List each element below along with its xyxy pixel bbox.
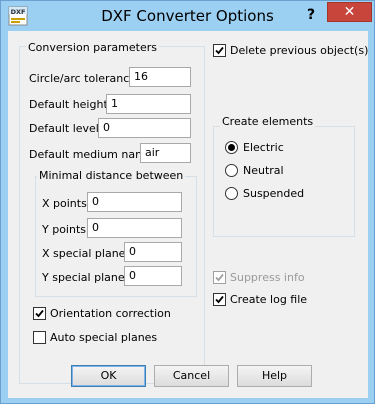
- y-points-label: Y points: [42, 223, 86, 236]
- dialog-window: DXF DXF Converter Options ? ✕ Conversion…: [0, 0, 375, 404]
- checkmark-icon: [35, 309, 44, 318]
- suppress-info-checkbox[interactable]: [213, 271, 226, 284]
- electric-radio[interactable]: [225, 141, 238, 154]
- x-special-planes-label: X special planes: [42, 247, 132, 260]
- radio-selected-dot: [228, 144, 235, 151]
- y-special-planes-label: Y special planes: [42, 271, 131, 284]
- close-button[interactable]: ✕: [327, 2, 372, 22]
- checkmark-icon: [215, 46, 224, 55]
- electric-radio-label[interactable]: Electric: [243, 141, 284, 154]
- neutral-radio-label[interactable]: Neutral: [243, 164, 284, 177]
- create-elements-title: Create elements: [220, 115, 316, 128]
- delete-previous-objects-label[interactable]: Delete previous object(s): [230, 44, 368, 57]
- default-height-label: Default height: [29, 98, 108, 111]
- x-points-label: X points: [42, 197, 87, 210]
- x-points-input[interactable]: 0: [87, 192, 182, 212]
- suspended-radio-label[interactable]: Suspended: [243, 187, 304, 200]
- conversion-parameters-title: Conversion parameters: [26, 41, 159, 54]
- y-points-input[interactable]: 0: [87, 218, 182, 238]
- dialog-client-area: Conversion parameters Circle/arc toleran…: [8, 31, 368, 398]
- ok-button[interactable]: OK: [71, 365, 146, 387]
- default-level-label: Default level: [29, 122, 99, 135]
- suspended-radio[interactable]: [225, 187, 238, 200]
- circle-arc-tolerance-input[interactable]: 16: [129, 67, 191, 87]
- help-title-button[interactable]: ?: [299, 5, 323, 25]
- auto-special-planes-checkbox[interactable]: [33, 331, 46, 344]
- create-log-file-label[interactable]: Create log file: [230, 293, 307, 306]
- create-log-file-checkbox[interactable]: [213, 293, 226, 306]
- x-special-planes-input[interactable]: 0: [124, 242, 182, 262]
- suppress-info-label[interactable]: Suppress info: [230, 271, 305, 284]
- default-level-input[interactable]: 0: [98, 118, 191, 138]
- checkmark-icon: [215, 273, 224, 282]
- auto-special-planes-label[interactable]: Auto special planes: [50, 331, 157, 344]
- default-medium-name-input[interactable]: air: [140, 143, 191, 163]
- checkmark-icon: [215, 295, 224, 304]
- title-bar[interactable]: DXF DXF Converter Options ? ✕: [1, 1, 374, 32]
- minimal-distance-title: Minimal distance between: [37, 169, 186, 182]
- delete-previous-objects-checkbox[interactable]: [213, 44, 226, 57]
- default-height-input[interactable]: 1: [106, 94, 191, 114]
- help-button[interactable]: Help: [237, 365, 312, 387]
- default-medium-name-label: Default medium name: [29, 148, 153, 161]
- orientation-correction-label[interactable]: Orientation correction: [50, 307, 171, 320]
- y-special-planes-input[interactable]: 0: [124, 266, 182, 286]
- neutral-radio[interactable]: [225, 164, 238, 177]
- orientation-correction-checkbox[interactable]: [33, 307, 46, 320]
- cancel-button[interactable]: Cancel: [154, 365, 229, 387]
- circle-arc-tolerance-label: Circle/arc tolerance: [29, 72, 137, 85]
